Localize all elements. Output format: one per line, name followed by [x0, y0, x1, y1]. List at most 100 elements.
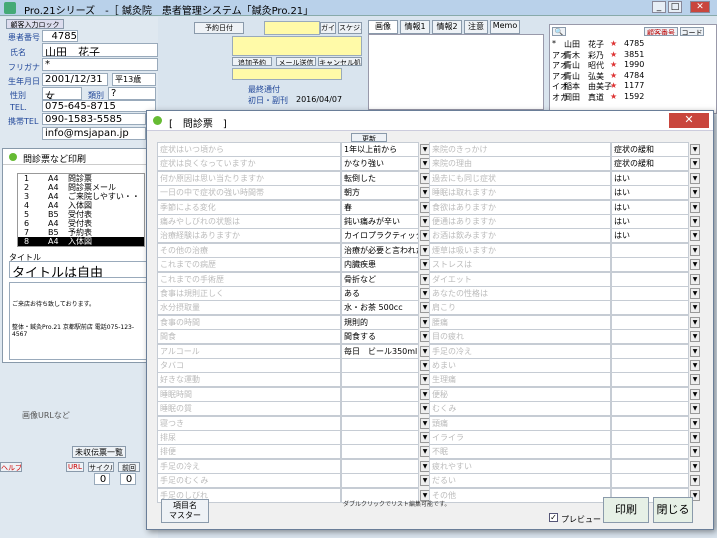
reservation-date-button[interactable]: 予約日付	[194, 22, 244, 34]
patient-no-column-header[interactable]: 顧客番号	[644, 27, 678, 36]
maximize-button[interactable]: □	[668, 1, 682, 13]
answer-field[interactable]: はい	[611, 185, 689, 201]
answer-field[interactable]: はい	[611, 199, 689, 215]
dropdown-arrow-icon[interactable]: ▼	[690, 388, 700, 400]
dropdown-arrow-icon[interactable]: ▼	[690, 259, 700, 271]
patient-no-field[interactable]: 4785	[42, 30, 78, 42]
item-master-button[interactable]: 項目名 マスター	[161, 499, 209, 523]
answer-field[interactable]	[611, 286, 689, 301]
dob-field[interactable]: 2001/12/31	[42, 73, 108, 86]
kana-field[interactable]: *	[42, 58, 158, 71]
dropdown-arrow-icon[interactable]: ▼	[690, 187, 700, 199]
answer-field[interactable]	[341, 358, 419, 373]
name-field[interactable]: 山田 花子	[42, 43, 158, 57]
code-column-header[interactable]: コード	[680, 27, 704, 36]
email-field[interactable]: info@msjapan.jp	[42, 127, 146, 140]
type-field[interactable]: ?	[108, 87, 156, 100]
answer-field[interactable]	[611, 358, 689, 373]
print-template-list[interactable]: 1 A4 問診票 2 A4 問診票メール 3 A4 ご来院しやすい・・ 4 A4 入体図 5 B5 受付表 6…	[17, 173, 145, 247]
answer-field[interactable]: かなり強い	[341, 156, 419, 172]
help-button[interactable]: ヘルプ	[0, 462, 22, 472]
tab-info1[interactable]: 情報1	[400, 20, 430, 34]
patient-list-row[interactable]: イオ 稲本 由美子 ★ 1177	[552, 81, 702, 91]
answer-field[interactable]	[611, 257, 689, 273]
print-template-item[interactable]: 8 A4 入体図	[18, 237, 144, 246]
answer-field[interactable]	[611, 473, 689, 489]
answer-field[interactable]	[341, 430, 419, 445]
answer-field[interactable]	[611, 458, 689, 474]
dropdown-arrow-icon[interactable]: ▼	[690, 230, 700, 242]
answer-field[interactable]	[611, 444, 689, 460]
dropdown-arrow-icon[interactable]: ▼	[690, 316, 700, 328]
dropdown-arrow-icon[interactable]: ▼	[690, 403, 700, 415]
answer-field[interactable]: 朝方	[341, 185, 419, 201]
previous-button[interactable]: 前回	[118, 462, 140, 472]
answer-field[interactable]	[611, 314, 689, 330]
answer-field[interactable]: はい	[611, 228, 689, 244]
dropdown-arrow-icon[interactable]: ▼	[690, 172, 700, 184]
previous-value[interactable]: 0	[120, 473, 136, 485]
reservation-memo-field[interactable]	[264, 21, 320, 35]
answer-field[interactable]	[611, 343, 689, 359]
update-button[interactable]: 更新	[351, 133, 387, 142]
schedule-button[interactable]: スケジュール登録	[338, 22, 362, 34]
patient-list-row[interactable]: オカ 岡田 真道 ★ 1592	[552, 92, 702, 102]
dropdown-arrow-icon[interactable]: ▼	[690, 302, 700, 314]
answer-field[interactable]: 規則的	[341, 314, 419, 330]
tab-memo[interactable]: Memo	[490, 20, 520, 34]
preview-checkbox[interactable]: ✓	[549, 513, 558, 522]
dropdown-arrow-icon[interactable]: ▼	[690, 244, 700, 256]
dropdown-arrow-icon[interactable]: ▼	[690, 446, 700, 458]
dropdown-arrow-icon[interactable]: ▼	[690, 432, 700, 443]
appointment-note-field[interactable]	[232, 36, 362, 56]
guide-button[interactable]: ガイド	[320, 22, 336, 34]
answer-field[interactable]: 転倒した	[341, 170, 419, 186]
dropdown-arrow-icon[interactable]: ▼	[690, 201, 700, 213]
patient-list-row[interactable]: アオ 青木 彩乃 ★ 3851	[552, 50, 702, 60]
dropdown-arrow-icon[interactable]: ▼	[690, 374, 700, 386]
answer-field[interactable]: 内臓疾患	[341, 257, 419, 273]
answer-field[interactable]: 毎日 ビール350ml	[341, 343, 419, 359]
answer-field[interactable]	[611, 430, 689, 445]
dropdown-arrow-icon[interactable]: ▼	[690, 331, 700, 343]
add-reservation-button[interactable]: 追加予約	[232, 57, 272, 66]
dropdown-arrow-icon[interactable]: ▼	[690, 460, 700, 472]
answer-field[interactable]	[341, 444, 419, 460]
print-body-field[interactable]: ご来店お待ち致しております。 整体・鍼灸Pro.21 京都駅前店 電話075-1…	[9, 282, 149, 360]
answer-field[interactable]	[611, 386, 689, 402]
mobile-field[interactable]: 090-1583-5585	[42, 113, 146, 125]
print-template-item[interactable]: 5 B5 受付表	[18, 210, 144, 219]
mail-send-button[interactable]: メール送信	[276, 57, 316, 66]
answer-field[interactable]	[341, 401, 419, 417]
cancel-process-button[interactable]: キャンセル処理	[318, 57, 362, 66]
answer-field[interactable]	[611, 372, 689, 388]
dropdown-arrow-icon[interactable]: ▼	[690, 475, 700, 487]
answer-field[interactable]	[341, 415, 419, 431]
dropdown-arrow-icon[interactable]: ▼	[690, 288, 700, 299]
answer-field[interactable]: 間食する	[341, 329, 419, 345]
patient-list-row[interactable]: アオ 青山 弘美 ★ 4784	[552, 71, 702, 81]
tab-image[interactable]: 画像	[368, 20, 398, 34]
tab-info2[interactable]: 情報2	[432, 20, 462, 34]
answer-field[interactable]	[611, 329, 689, 345]
answer-field[interactable]	[611, 401, 689, 417]
answer-field[interactable]	[611, 271, 689, 287]
answer-field[interactable]	[341, 372, 419, 388]
cycle-button[interactable]: サイクル	[88, 462, 114, 472]
answer-field[interactable]: 骨折など	[341, 271, 419, 287]
dropdown-arrow-icon[interactable]: ▼	[690, 417, 700, 429]
print-template-item[interactable]: 1 A4 問診票	[18, 174, 144, 183]
answer-field[interactable]: ある	[341, 286, 419, 301]
minimize-button[interactable]: _	[652, 1, 666, 13]
print-button[interactable]: 印刷	[603, 497, 649, 523]
dropdown-arrow-icon[interactable]: ▼	[690, 144, 700, 155]
print-template-item[interactable]: 6 A4 受付表	[18, 219, 144, 228]
tel-field[interactable]: 075-645-8715	[42, 100, 156, 112]
answer-field[interactable]	[611, 242, 689, 258]
dialog-close-icon[interactable]: ✕	[669, 113, 709, 128]
answer-field[interactable]: 症状の緩和	[611, 142, 689, 157]
print-template-item[interactable]: 3 A4 ご来院しやすい・・	[18, 192, 144, 201]
search-button[interactable]: 🔍	[552, 27, 566, 36]
dropdown-arrow-icon[interactable]: ▼	[690, 345, 700, 357]
sex-field[interactable]: 女	[42, 87, 82, 100]
